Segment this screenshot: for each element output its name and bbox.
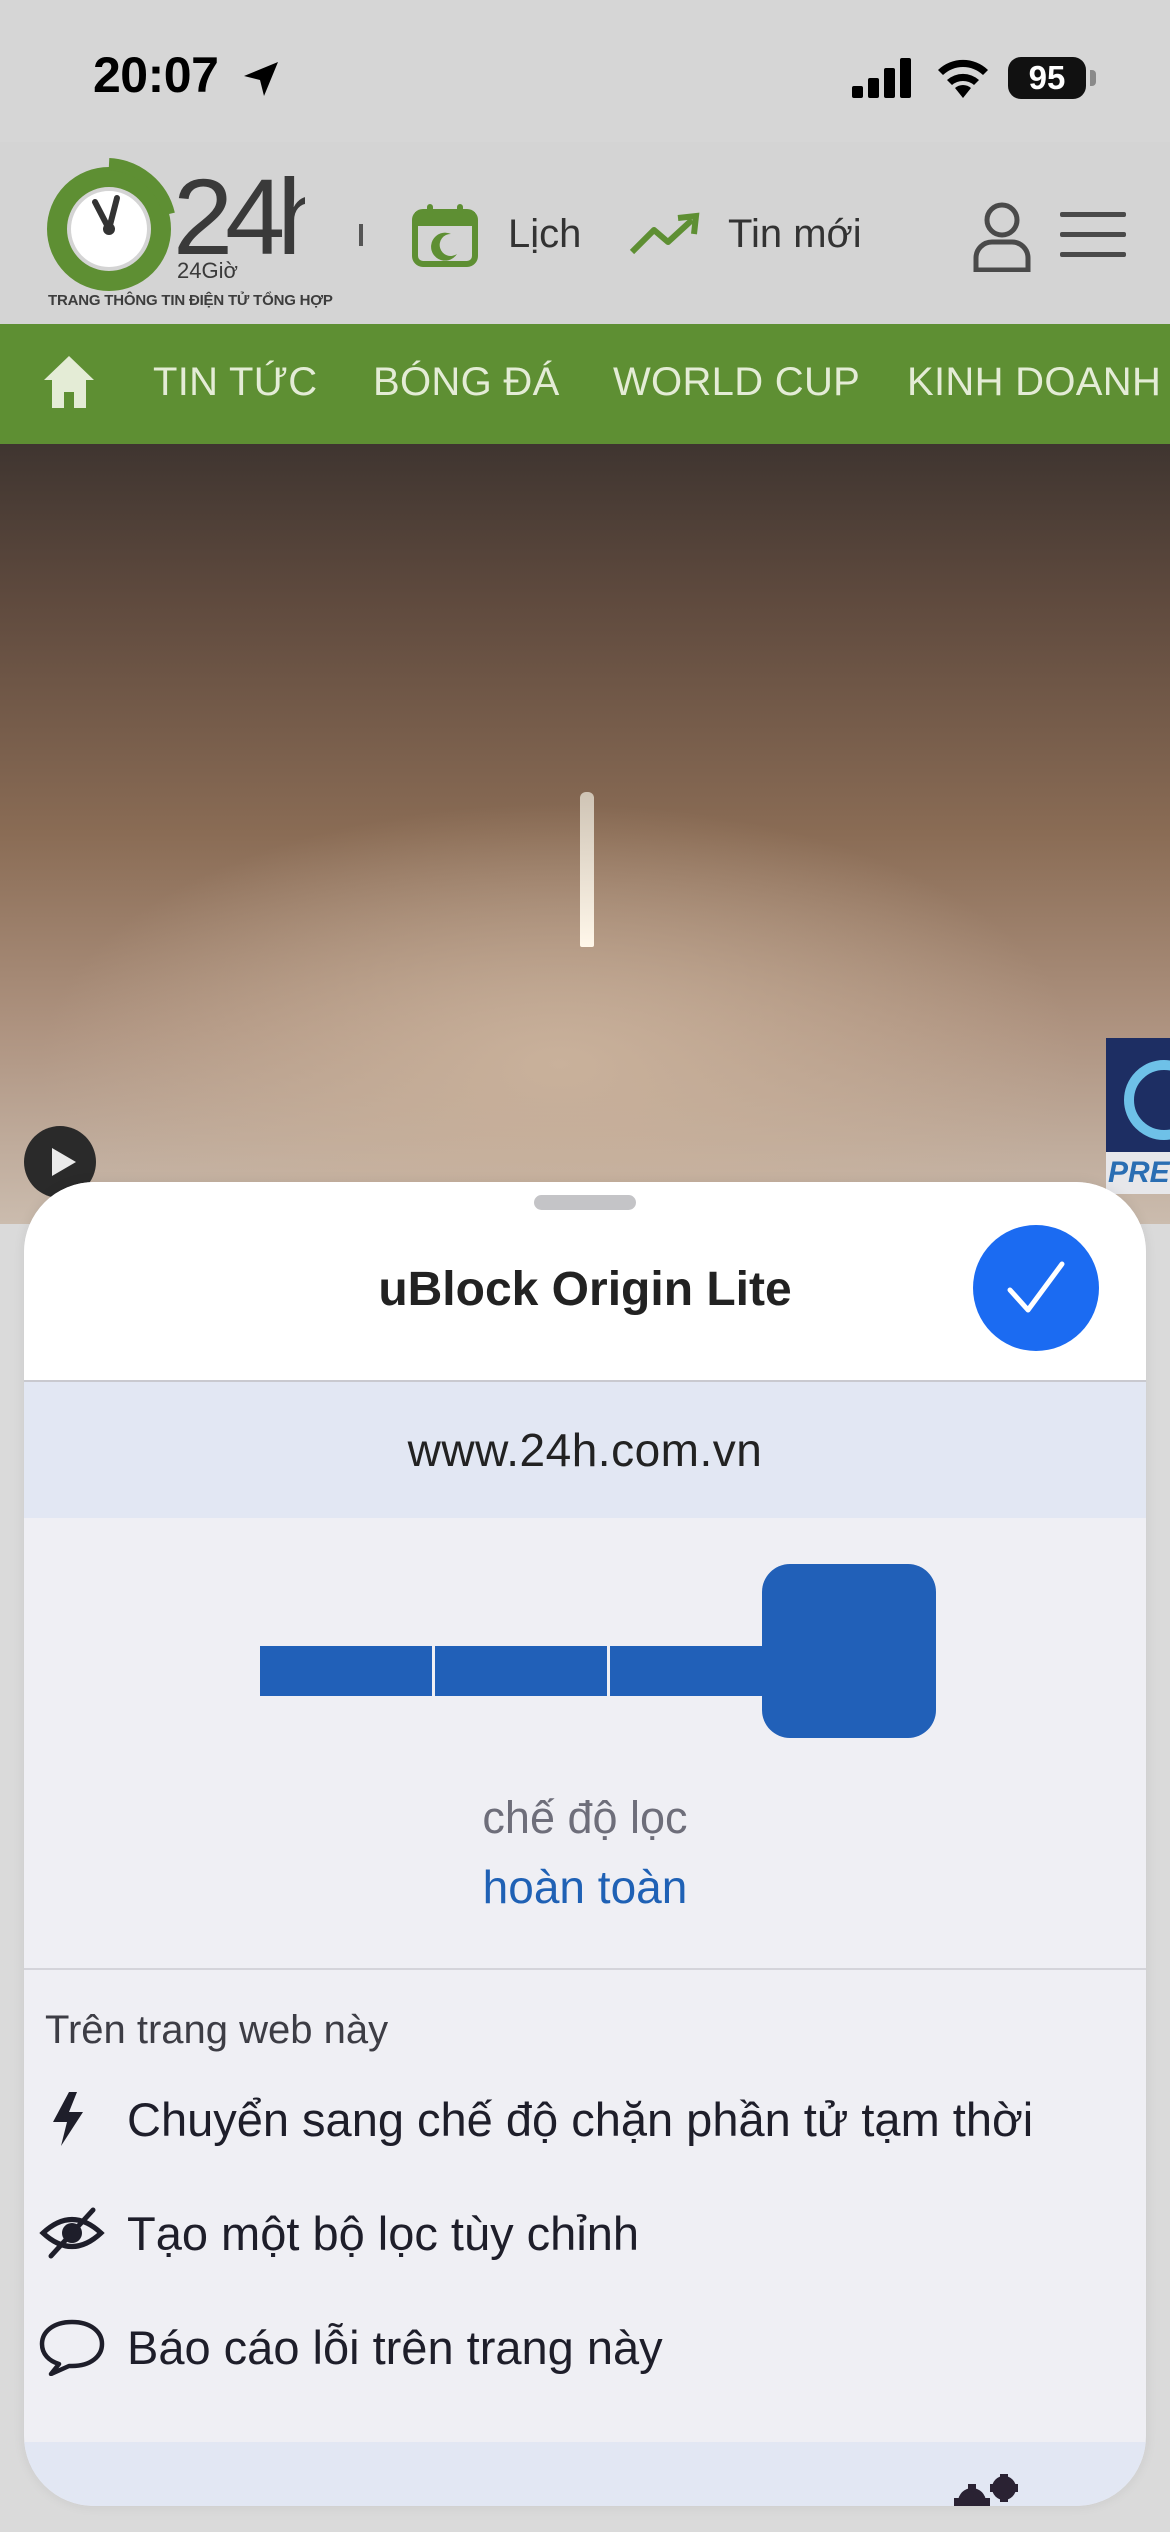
filter-mode-caption: chế độ lọc: [482, 1792, 688, 1843]
section-divider: [24, 1968, 1146, 1970]
nav-item-tin-tuc[interactable]: TIN TỨC: [153, 360, 317, 405]
hostname-bar: www.24h.com.vn: [24, 1382, 1146, 1518]
latest-news-link[interactable]: Tin mới: [728, 212, 862, 257]
done-button[interactable]: [973, 1225, 1099, 1351]
battery-icon: 95: [1008, 57, 1086, 99]
battery-level: 95: [1028, 59, 1066, 96]
nav-item-bong-da[interactable]: BÓNG ĐÁ: [373, 360, 560, 405]
checkmark-icon: [1007, 1261, 1065, 1313]
nav-item-world-cup[interactable]: WORLD CUP: [613, 360, 860, 405]
hostname: www.24h.com.vn: [407, 1424, 763, 1476]
hamburger-menu-icon[interactable]: [1060, 210, 1126, 260]
speech-bubble-icon: [39, 2319, 105, 2376]
filter-mode-value: hoàn toàn: [482, 1861, 688, 1913]
home-icon[interactable]: [42, 354, 96, 410]
action-custom-filter[interactable]: Tạo một bộ lọc tùy chỉnh: [39, 2198, 1119, 2268]
logo-subtext: 24Giờ: [177, 258, 238, 283]
signal-icon: [852, 58, 911, 98]
sheet-header: uBlock Origin Lite: [24, 1182, 1146, 1382]
status-bar: 20:07 95: [0, 0, 1170, 142]
user-icon[interactable]: [970, 200, 1034, 272]
slider-segment-1[interactable]: [260, 1646, 432, 1696]
section-heading: Trên trang web này: [45, 2008, 389, 2052]
calendar-moon-icon[interactable]: [411, 202, 479, 268]
site-header: 24h 24Giờ TRANG THÔNG TIN ĐIỆN TỬ TỔNG H…: [0, 142, 1170, 324]
press-badge-logo: [1124, 1060, 1170, 1140]
header-separator: [359, 224, 363, 246]
location-arrow-icon: [244, 62, 278, 96]
action-label: Tạo một bộ lọc tùy chỉnh: [127, 2207, 640, 2260]
site-logo[interactable]: 24h 24Giờ: [45, 154, 305, 304]
calendar-link[interactable]: Lịch: [508, 212, 581, 257]
wifi-icon: [938, 59, 988, 98]
sheet-grabber[interactable]: [534, 1195, 636, 1210]
video-frame-rocket: [580, 792, 594, 947]
trending-up-icon[interactable]: [628, 212, 700, 258]
ublock-popup-sheet: uBlock Origin Lite www.24h.com.vn chế độ…: [24, 1182, 1146, 2506]
filtering-mode-slider[interactable]: [236, 1564, 960, 1744]
nav-item-kinh-doanh[interactable]: KINH DOANH: [907, 360, 1161, 405]
lightning-icon: [53, 2092, 83, 2146]
action-element-zapper[interactable]: Chuyển sang chế độ chặn phần tử tạm thời: [39, 2084, 1119, 2154]
status-time: 20:07: [93, 47, 219, 103]
press-badge: PRES: [1106, 1038, 1170, 1194]
action-report-issue[interactable]: Báo cáo lỗi trên trang này: [39, 2312, 1119, 2382]
eye-slash-icon: [39, 2207, 105, 2259]
action-label: Chuyển sang chế độ chặn phần tử tạm thời: [127, 2093, 1034, 2146]
action-label: Báo cáo lỗi trên trang này: [127, 2321, 663, 2374]
battery-cap: [1090, 70, 1096, 86]
main-nav: TIN TỨC BÓNG ĐÁ WORLD CUP KINH DOANH: [0, 324, 1170, 444]
slider-segment-2[interactable]: [435, 1646, 607, 1696]
logo-tagline: TRANG THÔNG TIN ĐIỆN TỬ TỔNG HỢP: [48, 292, 333, 309]
slider-knob[interactable]: [762, 1564, 936, 1738]
gears-icon[interactable]: [948, 2474, 1034, 2506]
slider-segment-3[interactable]: [610, 1646, 784, 1696]
